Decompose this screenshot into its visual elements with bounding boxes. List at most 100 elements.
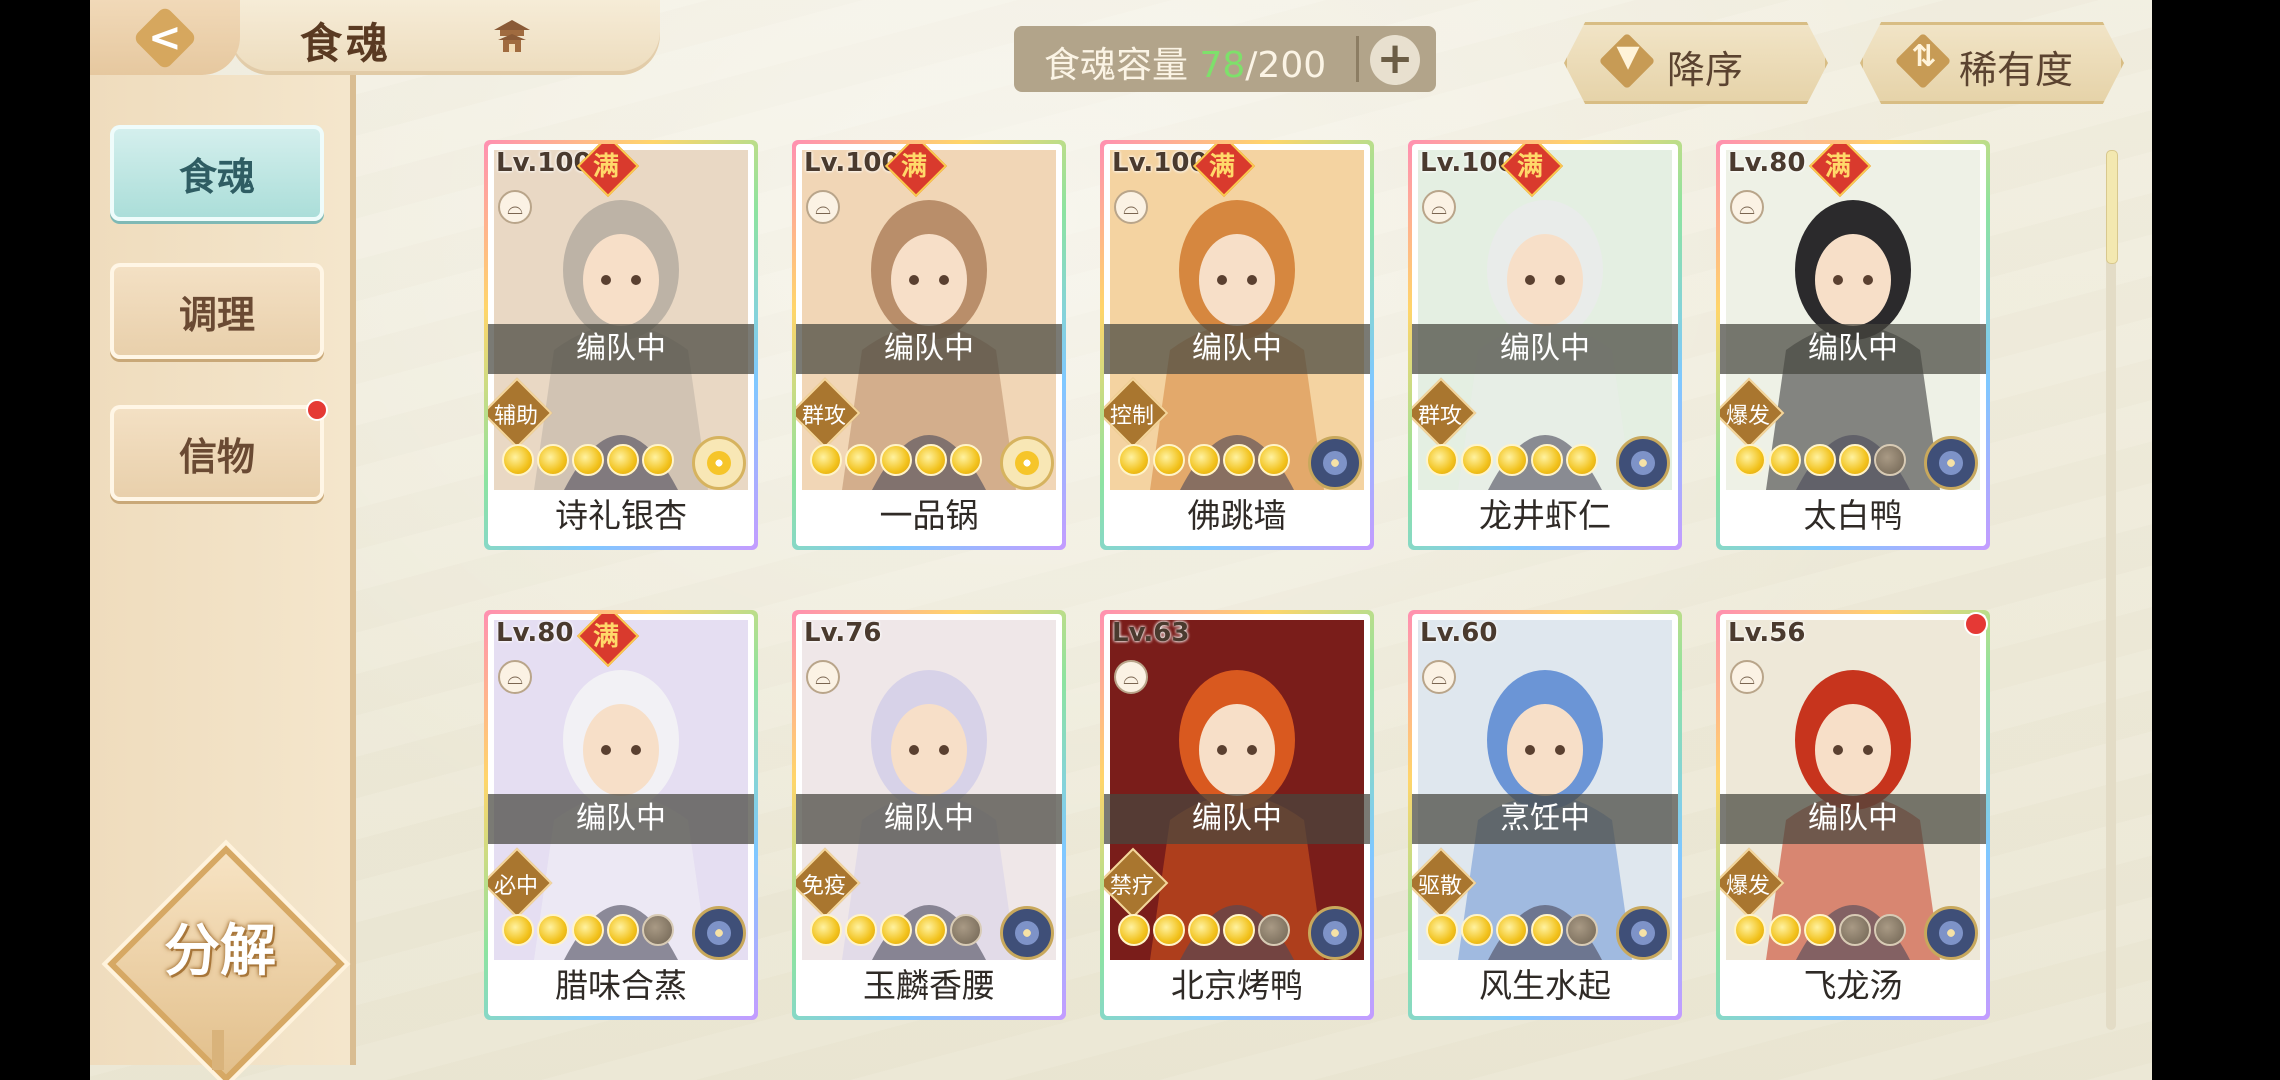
star-rating (502, 914, 674, 946)
role-label: 免疫 (801, 874, 846, 899)
element-core (707, 921, 731, 945)
star-flame-icon (1531, 914, 1563, 946)
expand-capacity-button[interactable]: + (1370, 35, 1420, 85)
star-flame-icon (1531, 444, 1563, 476)
star-flame-icon (1118, 914, 1150, 946)
element-core (1323, 921, 1347, 945)
tab-label: 调理 (178, 292, 255, 337)
dish-icon: ⌓ (806, 190, 840, 224)
status-banner: 编队中 (1104, 794, 1370, 844)
card-frame: Lv.60 ⌓ 烹饪中 驱散 风生水起 (1412, 614, 1678, 1016)
character-name: 诗礼银杏 (488, 490, 754, 546)
character-name: 风生水起 (1412, 960, 1678, 1016)
star-flame-icon (1566, 444, 1598, 476)
element-core (1015, 451, 1039, 475)
tab-tokens[interactable]: 信物 (110, 399, 328, 501)
character-name: 玉麟香腰 (796, 960, 1062, 1016)
star-flame-icon (1188, 914, 1220, 946)
star-rating (1734, 914, 1906, 946)
star-flame-icon (1188, 444, 1220, 476)
max-level-label: 满 (1208, 152, 1235, 182)
star-flame-icon (1461, 914, 1493, 946)
role-label: 禁疗 (1109, 874, 1154, 899)
divider (1356, 36, 1359, 82)
character-name: 腊味合蒸 (488, 960, 754, 1016)
star-flame-icon (1734, 444, 1766, 476)
role-label: 爆发 (1725, 874, 1770, 899)
element-core (707, 451, 731, 475)
empty-star-flame-icon (950, 914, 982, 946)
night-flower-icon (1924, 906, 1978, 960)
star-flame-icon (950, 444, 982, 476)
level-label: Lv.80 (1728, 148, 1806, 178)
card-frame: Lv.100 满 ⌓ 编队中 控制 佛跳墙 (1104, 144, 1370, 546)
star-flame-icon (1258, 444, 1290, 476)
star-rating (810, 914, 982, 946)
element-core (1015, 921, 1039, 945)
food-soul-card[interactable]: Lv.100 满 ⌓ 编队中 群攻 一品锅 (792, 140, 1066, 550)
role-tag: 群攻 (1412, 377, 1477, 449)
dish-icon: ⌓ (1422, 190, 1456, 224)
star-rating (1118, 444, 1290, 476)
empty-star-flame-icon (1874, 914, 1906, 946)
level-label: Lv.100 (804, 148, 900, 178)
night-flower-icon (692, 906, 746, 960)
element-core (1631, 921, 1655, 945)
food-soul-card[interactable]: Lv.100 满 ⌓ 编队中 群攻 龙井虾仁 (1408, 140, 1682, 550)
role-tag: 控制 (1104, 377, 1169, 449)
card-frame: Lv.100 满 ⌓ 编队中 群攻 龙井虾仁 (1412, 144, 1678, 546)
tab-food-souls[interactable]: 食魂 (110, 125, 324, 221)
sort-swap-glyph: ⇅ (1911, 39, 1937, 74)
food-soul-card[interactable]: Lv.63 ⌓ 编队中 禁疗 北京烤鸭 (1100, 610, 1374, 1020)
star-flame-icon (572, 444, 604, 476)
star-flame-icon (915, 444, 947, 476)
sort-down-glyph: ▼ (1616, 39, 1640, 74)
role-tag: 免疫 (796, 847, 861, 919)
sort-order-label: 降序 (1667, 48, 1744, 92)
level-label: Lv.100 (1112, 148, 1208, 178)
night-flower-icon (1000, 906, 1054, 960)
star-flame-icon (880, 914, 912, 946)
food-soul-card[interactable]: Lv.100 满 ⌓ 编队中 控制 佛跳墙 (1100, 140, 1374, 550)
star-flame-icon (1153, 914, 1185, 946)
scrollbar-thumb[interactable] (2106, 150, 2118, 264)
max-level-label: 满 (900, 152, 927, 182)
notification-dot (306, 399, 328, 421)
dish-icon: ⌓ (1114, 660, 1148, 694)
back-button[interactable]: < (90, 0, 240, 75)
card-frame: Lv.100 满 ⌓ 编队中 辅助 诗礼银杏 (488, 144, 754, 546)
sun-flower-icon (1000, 436, 1054, 490)
star-flame-icon (502, 914, 534, 946)
star-flame-icon (845, 914, 877, 946)
capacity-text: 食魂容量 78/200 (1044, 36, 1326, 88)
sort-order-button[interactable]: ▼ 降序 (1564, 22, 1828, 104)
tab-label: 信物 (178, 434, 255, 479)
role-label: 驱散 (1417, 874, 1462, 899)
star-rating (1426, 444, 1598, 476)
tab-cultivate[interactable]: 调理 (110, 263, 324, 359)
star-flame-icon (572, 914, 604, 946)
food-soul-card[interactable]: Lv.80 满 ⌓ 编队中 必中 腊味合蒸 (484, 610, 758, 1020)
empty-star-flame-icon (1874, 444, 1906, 476)
role-tag: 群攻 (796, 377, 861, 449)
element-core (1631, 451, 1655, 475)
status-banner: 编队中 (1104, 324, 1370, 374)
food-soul-card[interactable]: Lv.100 满 ⌓ 编队中 辅助 诗礼银杏 (484, 140, 758, 550)
max-level-label: 满 (592, 622, 619, 652)
card-frame: Lv.76 ⌓ 编队中 免疫 玉麟香腰 (796, 614, 1062, 1016)
pagoda-icon[interactable] (490, 16, 534, 56)
star-rating (1426, 914, 1598, 946)
status-banner: 编队中 (1720, 794, 1986, 844)
star-flame-icon (845, 444, 877, 476)
empty-star-flame-icon (1258, 914, 1290, 946)
food-soul-card[interactable]: Lv.76 ⌓ 编队中 免疫 玉麟香腰 (792, 610, 1066, 1020)
sun-flower-icon (692, 436, 746, 490)
scrollbar-track[interactable] (2106, 150, 2116, 1030)
food-soul-card[interactable]: Lv.60 ⌓ 烹饪中 驱散 风生水起 (1408, 610, 1682, 1020)
sort-rarity-button[interactable]: ⇅ 稀有度 (1860, 22, 2124, 104)
star-flame-icon (1118, 444, 1150, 476)
food-soul-card[interactable]: Lv.56 ⌓ 编队中 爆发 飞龙汤 (1716, 610, 1990, 1020)
role-tag: 爆发 (1720, 847, 1785, 919)
notification-dot (1964, 612, 1988, 636)
food-soul-card[interactable]: Lv.80 满 ⌓ 编队中 爆发 太白鸭 (1716, 140, 1990, 550)
